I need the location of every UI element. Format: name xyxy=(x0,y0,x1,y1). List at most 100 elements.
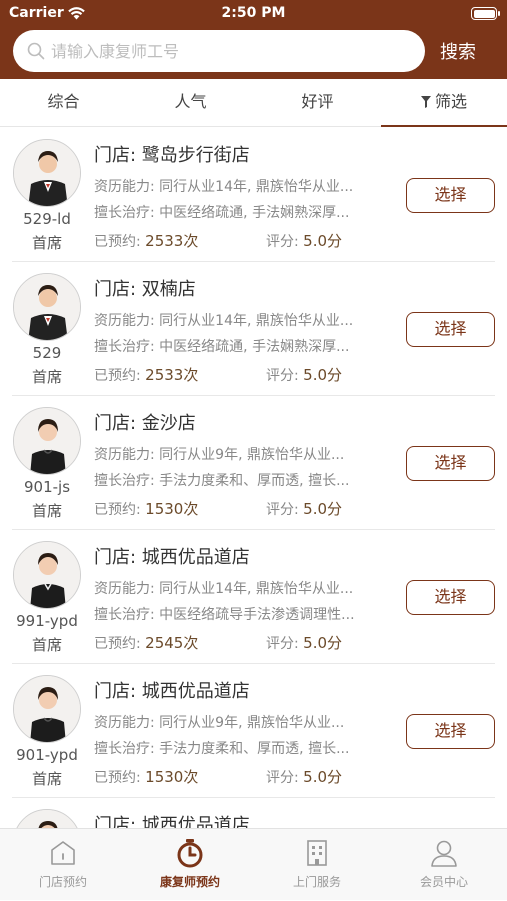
therapist-row[interactable]: 991-ypd 首席 门店: 城西优品道店 资历能力: 同行从业14年, 鼎族怡… xyxy=(12,530,495,664)
rating-label: 评分: xyxy=(266,770,299,786)
booked-count: 已预约: 1530次 xyxy=(94,498,198,519)
tab-filter[interactable]: 筛选 xyxy=(381,79,507,127)
rating: 评分: 5.0分 xyxy=(266,498,342,519)
rating: 评分: 5.0分 xyxy=(266,364,342,385)
select-button[interactable]: 选择 xyxy=(406,580,495,615)
tabbar-label: 门店预约 xyxy=(38,875,87,889)
search-icon xyxy=(27,42,45,60)
therapist-row[interactable]: 901-js 首席 门店: 金沙店 资历能力: 同行从业9年, 鼎族怡华从业..… xyxy=(12,396,495,530)
rating-label: 评分: xyxy=(266,368,299,384)
tab-label: 人气 xyxy=(174,92,207,111)
therapist-level: 首席 xyxy=(31,770,62,788)
rating-label: 评分: xyxy=(266,234,299,250)
booked-count: 已预约: 2533次 xyxy=(94,230,198,251)
battery-icon xyxy=(471,7,500,20)
specialty-text: 擅长治疗: 手法力度柔和、厚而透, 擅长... xyxy=(94,741,350,757)
bottom-tab-bar: 门店预约 康复师预约 上门服务 会员中心 xyxy=(0,828,507,900)
tab-label: 好评 xyxy=(301,92,334,111)
therapist-avatar xyxy=(13,273,81,341)
tabbar-label: 上门服务 xyxy=(292,875,341,889)
specialty-text: 擅长治疗: 中医经络疏导手法渗透调理性... xyxy=(94,607,355,623)
sort-tabs: 综合 人气 好评 筛选 xyxy=(0,79,507,127)
booked-value: 2533次 xyxy=(145,232,199,250)
tab-comprehensive[interactable]: 综合 xyxy=(0,79,127,127)
search-bar[interactable] xyxy=(13,30,425,72)
rating-label: 评分: xyxy=(266,636,299,652)
therapist-level: 首席 xyxy=(31,502,62,520)
booked-count: 已预约: 2533次 xyxy=(94,364,198,385)
tab-label: 综合 xyxy=(47,92,80,111)
booked-label: 已预约: xyxy=(94,502,141,518)
experience-text: 资历能力: 同行从业9年, 鼎族怡华从业... xyxy=(94,447,345,463)
therapist-avatar xyxy=(13,675,81,743)
tabbar-item-home-service[interactable]: 上门服务 xyxy=(254,829,380,901)
timer-icon xyxy=(177,839,203,868)
experience-text: 资历能力: 同行从业9年, 鼎族怡华从业... xyxy=(94,715,345,731)
filter-icon xyxy=(420,96,431,108)
specialty-text: 擅长治疗: 中医经络疏通, 手法娴熟深厚... xyxy=(94,339,350,355)
therapist-code: 529-ld xyxy=(23,210,71,228)
search-button[interactable]: 搜索 xyxy=(440,38,476,64)
experience-text: 资历能力: 同行从业14年, 鼎族怡华从业... xyxy=(94,313,354,329)
booked-value: 1530次 xyxy=(145,768,199,786)
experience-text: 资历能力: 同行从业14年, 鼎族怡华从业... xyxy=(94,581,354,597)
specialty-text: 擅长治疗: 手法力度柔和、厚而透, 擅长... xyxy=(94,473,350,489)
therapist-code: 901-js xyxy=(23,478,71,496)
rating-value: 5.0分 xyxy=(303,500,343,518)
rating: 评分: 5.0分 xyxy=(266,632,342,653)
status-time: 2:50 PM xyxy=(221,5,286,21)
rating-value: 5.0分 xyxy=(303,634,343,652)
rating-label: 评分: xyxy=(266,502,299,518)
tabbar-item-store[interactable]: 门店预约 xyxy=(0,829,126,901)
rating-value: 5.0分 xyxy=(303,768,343,786)
booked-label: 已预约: xyxy=(94,770,141,786)
therapist-avatar xyxy=(13,541,81,609)
therapist-level: 首席 xyxy=(31,636,62,654)
store-name: 门店: 城西优品道店 xyxy=(94,547,250,568)
therapist-row[interactable]: 529 首席 门店: 双楠店 资历能力: 同行从业14年, 鼎族怡华从业... … xyxy=(12,262,495,396)
therapist-level: 首席 xyxy=(31,368,62,386)
select-button[interactable]: 选择 xyxy=(406,178,495,213)
booked-count: 已预约: 2545次 xyxy=(94,632,198,653)
specialty-text: 擅长治疗: 中医经络疏通, 手法娴熟深厚... xyxy=(94,205,350,221)
rating-value: 5.0分 xyxy=(303,366,343,384)
select-button[interactable]: 选择 xyxy=(406,714,495,749)
therapist-code: 529 xyxy=(32,344,62,362)
tabbar-item-member[interactable]: 会员中心 xyxy=(381,829,507,901)
booked-value: 2533次 xyxy=(145,366,199,384)
therapist-code: 901-ypd xyxy=(16,746,78,764)
status-bar: Carrier 2:50 PM xyxy=(0,0,507,28)
booked-value: 2545次 xyxy=(145,634,199,652)
booked-label: 已预约: xyxy=(94,368,141,384)
rating: 评分: 5.0分 xyxy=(266,766,342,787)
therapist-list: 529-ld 首席 门店: 鹭岛步行街店 资历能力: 同行从业14年, 鼎族怡华… xyxy=(0,128,507,828)
building-icon xyxy=(307,840,327,866)
store-name: 门店: 双楠店 xyxy=(94,279,196,300)
store-name: 门店: 城西优品道店 xyxy=(94,815,250,828)
select-button[interactable]: 选择 xyxy=(406,312,495,347)
therapist-row[interactable]: 529-ld 首席 门店: 鹭岛步行街店 资历能力: 同行从业14年, 鼎族怡华… xyxy=(12,128,495,262)
search-input[interactable] xyxy=(51,41,391,61)
booked-count: 已预约: 1530次 xyxy=(94,766,198,787)
app-header: Carrier 2:50 PM 搜索 xyxy=(0,0,507,79)
experience-text: 资历能力: 同行从业14年, 鼎族怡华从业... xyxy=(94,179,354,195)
rating-value: 5.0分 xyxy=(303,232,343,250)
store-name: 门店: 鹭岛步行街店 xyxy=(94,145,250,166)
tab-rating[interactable]: 好评 xyxy=(254,79,381,127)
booked-label: 已预约: xyxy=(94,636,141,652)
therapist-avatar xyxy=(13,407,81,475)
therapist-avatar xyxy=(13,139,81,207)
user-icon xyxy=(431,840,457,867)
tab-popularity[interactable]: 人气 xyxy=(127,79,254,127)
store-name: 门店: 城西优品道店 xyxy=(94,681,250,702)
tabbar-label: 会员中心 xyxy=(419,875,468,889)
select-button[interactable]: 选择 xyxy=(406,446,495,481)
therapist-code: 991-ypd xyxy=(16,612,78,630)
booked-label: 已预约: xyxy=(94,234,141,250)
rating: 评分: 5.0分 xyxy=(266,230,342,251)
therapist-avatar xyxy=(13,809,81,828)
therapist-row[interactable]: 门店: 城西优品道店 xyxy=(12,798,495,828)
tabbar-item-therapist[interactable]: 康复师预约 xyxy=(127,829,253,901)
therapist-row[interactable]: 901-ypd 首席 门店: 城西优品道店 资历能力: 同行从业9年, 鼎族怡华… xyxy=(12,664,495,798)
therapist-level: 首席 xyxy=(31,234,62,252)
